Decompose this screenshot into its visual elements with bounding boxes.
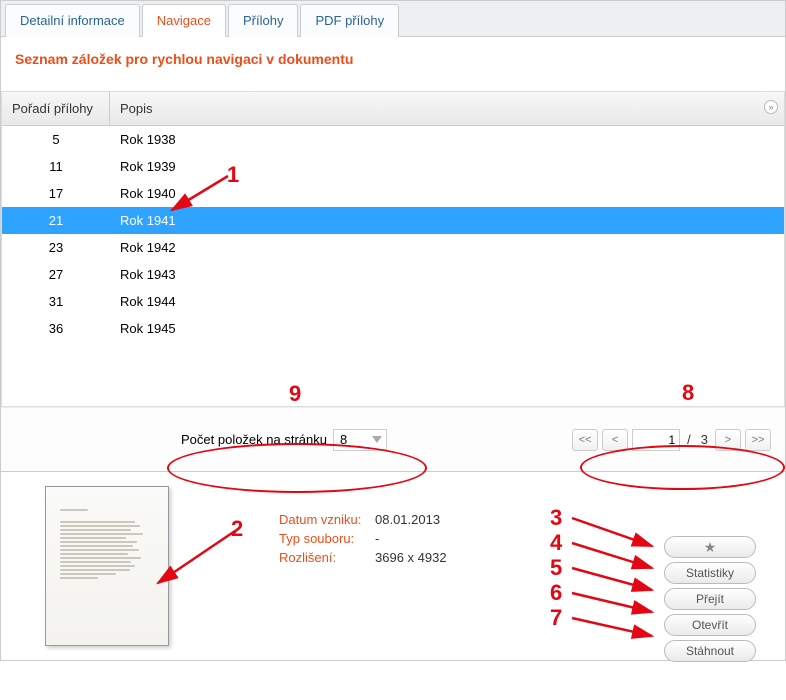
cell-order: 27 bbox=[2, 264, 110, 285]
page-size-value: 8 bbox=[340, 432, 347, 447]
column-description[interactable]: Popis bbox=[110, 92, 784, 125]
meta-filetype-label: Typ souboru: bbox=[279, 531, 375, 546]
section-heading: Seznam záložek pro rychlou navigaci v do… bbox=[15, 51, 771, 77]
cell-description: Rok 1944 bbox=[110, 291, 784, 312]
meta-filetype-value: - bbox=[375, 531, 379, 546]
cell-description: Rok 1945 bbox=[110, 318, 784, 339]
pager-first-button[interactable]: << bbox=[572, 429, 598, 451]
metadata-block: Datum vzniku:08.01.2013 Typ souboru:- Ro… bbox=[279, 486, 447, 646]
pager-bar: Počet položek na stránku 8 << < / 3 > >> bbox=[1, 407, 785, 471]
expand-columns-icon[interactable]: » bbox=[764, 100, 778, 114]
pager-total-pages: 3 bbox=[698, 432, 711, 447]
cell-description: Rok 1943 bbox=[110, 264, 784, 285]
pager-controls: << < / 3 > >> bbox=[572, 429, 771, 451]
cell-description: Rok 1942 bbox=[110, 237, 784, 258]
table-row[interactable]: 27Rok 1943 bbox=[2, 261, 784, 288]
page-size-control: Počet položek na stránku 8 bbox=[181, 429, 387, 451]
cell-description: Rok 1938 bbox=[110, 129, 784, 150]
meta-date-value: 08.01.2013 bbox=[375, 512, 440, 527]
page-size-label: Počet položek na stránku bbox=[181, 432, 327, 447]
tab-pdf-attachments[interactable]: PDF přílohy bbox=[300, 4, 399, 37]
statistics-button[interactable]: Statistiky bbox=[664, 562, 756, 584]
download-button[interactable]: Stáhnout bbox=[664, 640, 756, 662]
tab-attachments[interactable]: Přílohy bbox=[228, 4, 298, 37]
table-row[interactable]: 11Rok 1939 bbox=[2, 153, 784, 180]
table-header: Pořadí přílohy Popis » bbox=[2, 92, 784, 126]
document-thumbnail[interactable] bbox=[45, 486, 169, 646]
table-body: 5Rok 193811Rok 193917Rok 194021Rok 19412… bbox=[2, 126, 784, 406]
chevron-down-icon bbox=[372, 436, 382, 443]
meta-resolution-value: 3696 x 4932 bbox=[375, 550, 447, 565]
pager-prev-button[interactable]: < bbox=[602, 429, 628, 451]
tab-navigation[interactable]: Navigace bbox=[142, 4, 226, 37]
bookmark-table: Pořadí přílohy Popis » 5Rok 193811Rok 19… bbox=[1, 91, 785, 407]
pager-next-button[interactable]: > bbox=[715, 429, 741, 451]
pager-last-button[interactable]: >> bbox=[745, 429, 771, 451]
tabs-bar: Detailní informace Navigace Přílohy PDF … bbox=[1, 1, 785, 37]
meta-date-label: Datum vzniku: bbox=[279, 512, 375, 527]
cell-order: 23 bbox=[2, 237, 110, 258]
table-row[interactable]: 17Rok 1940 bbox=[2, 180, 784, 207]
cell-order: 31 bbox=[2, 291, 110, 312]
pager-page-input[interactable] bbox=[632, 429, 680, 451]
cell-description: Rok 1940 bbox=[110, 183, 784, 204]
cell-order: 11 bbox=[2, 156, 110, 177]
action-buttons: ★ Statistiky Přejít Otevřít Stáhnout bbox=[664, 536, 756, 662]
tab-detail[interactable]: Detailní informace bbox=[5, 4, 140, 37]
column-order[interactable]: Pořadí přílohy bbox=[2, 92, 110, 125]
cell-order: 5 bbox=[2, 129, 110, 150]
cell-description: Rok 1939 bbox=[110, 156, 784, 177]
cell-order: 17 bbox=[2, 183, 110, 204]
table-row[interactable]: 21Rok 1941 bbox=[2, 207, 784, 234]
cell-order: 36 bbox=[2, 318, 110, 339]
cell-description: Rok 1941 bbox=[110, 210, 784, 231]
table-row[interactable]: 23Rok 1942 bbox=[2, 234, 784, 261]
table-row[interactable]: 31Rok 1944 bbox=[2, 288, 784, 315]
open-button[interactable]: Otevřít bbox=[664, 614, 756, 636]
tab-content: Seznam záložek pro rychlou navigaci v do… bbox=[1, 37, 785, 91]
cell-order: 21 bbox=[2, 210, 110, 231]
goto-button[interactable]: Přejít bbox=[664, 588, 756, 610]
favorite-button[interactable]: ★ bbox=[664, 536, 756, 558]
pager-separator: / bbox=[684, 432, 694, 447]
table-row[interactable]: 36Rok 1945 bbox=[2, 315, 784, 342]
meta-resolution-label: Rozlišení: bbox=[279, 550, 375, 565]
page-size-select[interactable]: 8 bbox=[333, 429, 387, 451]
table-row[interactable]: 5Rok 1938 bbox=[2, 126, 784, 153]
